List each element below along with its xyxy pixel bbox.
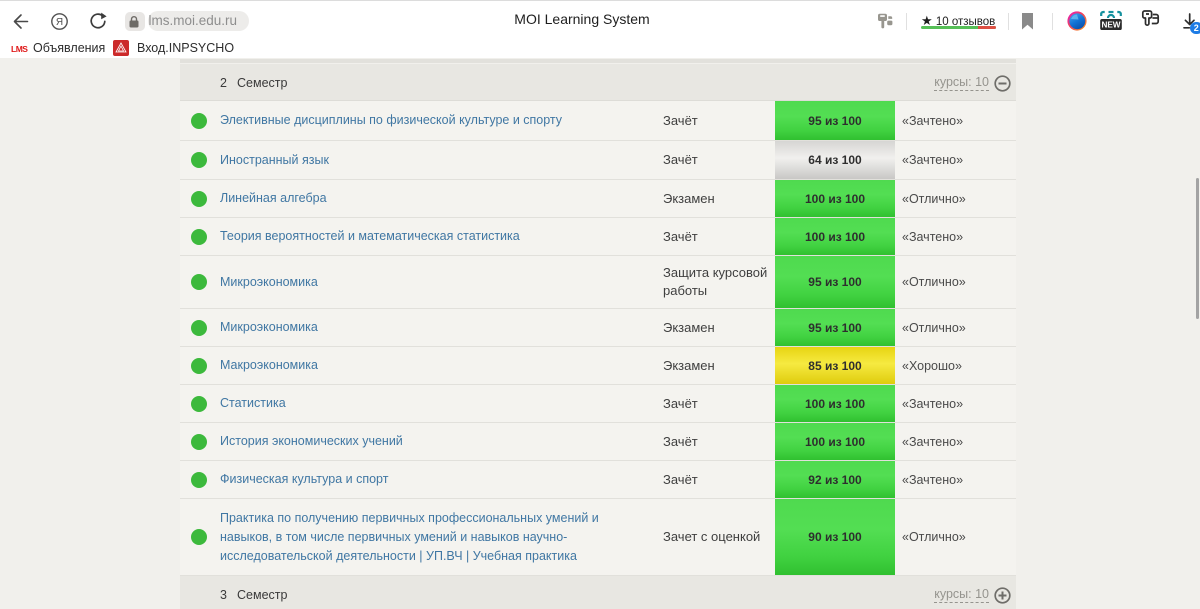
svg-text:NEW: NEW — [1101, 21, 1120, 30]
